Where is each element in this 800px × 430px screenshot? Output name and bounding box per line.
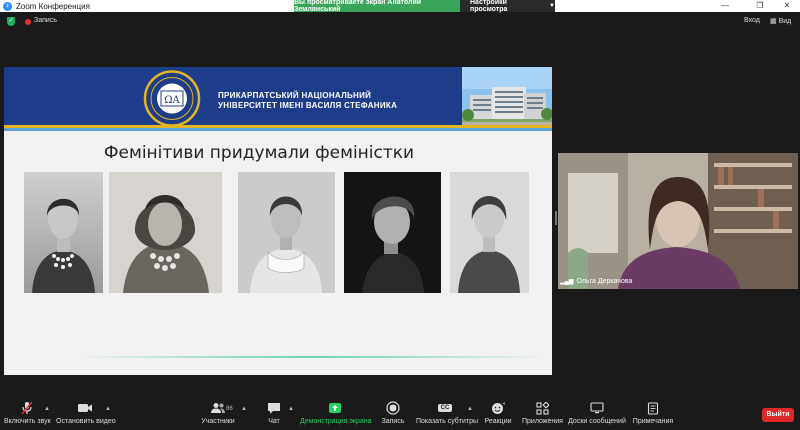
chat-button[interactable]: Чат — [262, 400, 286, 430]
university-emblem-icon: ΩA — [143, 70, 201, 127]
chat-label: Чат — [268, 418, 280, 425]
window-title: Zoom Конференция — [16, 1, 90, 11]
portrait-photo-2 — [109, 172, 222, 293]
view-button[interactable]: ▦ Вид — [770, 17, 791, 25]
recording-dot-icon — [25, 19, 31, 25]
participants-icon — [211, 403, 225, 413]
slide-title: Фемінітиви придумали феміністки — [103, 143, 415, 163]
maximize-icon[interactable]: ❐ — [745, 0, 775, 12]
participants-button[interactable]: Участники — [198, 400, 238, 430]
university-name-line2: УНІВЕРСИТЕТ ІМЕНІ ВАСИЛЯ СТЕФАНИКА — [218, 101, 398, 110]
reactions-button[interactable]: + Реакции — [484, 400, 512, 430]
whiteboard-icon — [590, 402, 604, 414]
chat-bubble-icon — [268, 402, 280, 414]
notes-icon — [647, 401, 659, 415]
portrait-photo-1 — [24, 172, 103, 293]
recording-label[interactable]: Запись — [34, 17, 57, 24]
captions-label: Показать субтитры — [416, 418, 479, 425]
meeting-toolbar: Включить звук ▲ Остановить видео ▲ Участ… — [0, 400, 800, 430]
leave-meeting-button[interactable]: Выйти — [762, 408, 794, 422]
whiteboards-button[interactable]: Доски сообщений — [568, 400, 626, 430]
captions-button[interactable]: CC Показать субтитры — [416, 400, 479, 430]
apps-label: Приложения — [522, 418, 563, 425]
participant-name-tag: ▂▄▆ Ольга Деркачова — [560, 278, 632, 285]
signal-bars-icon: ▂▄▆ — [560, 279, 574, 285]
apps-icon — [535, 401, 549, 415]
emblem-text: ΩA — [164, 95, 180, 106]
stop-video-button[interactable]: Остановить видео — [56, 400, 116, 430]
reactions-label: Реакции — [484, 418, 512, 425]
view-options-button[interactable]: Настройки просмотра ▼ — [460, 0, 555, 13]
chevron-down-icon: ▼ — [549, 3, 555, 9]
video-camera-icon — [78, 404, 92, 412]
view-label: Вид — [778, 18, 792, 25]
whiteboards-label: Доски сообщений — [568, 418, 626, 425]
unmute-label: Включить звук — [4, 418, 51, 425]
unmute-button[interactable]: Включить звук — [4, 400, 51, 430]
closed-captions-icon: CC — [437, 404, 453, 412]
meeting-top-bar: ✓ Запись Вход ▦ Вид — [0, 12, 800, 32]
login-button[interactable]: Вход — [744, 17, 760, 24]
microphone-muted-icon — [21, 401, 33, 415]
portrait-photo-5 — [450, 172, 529, 293]
share-screen-label: Демонстрация экрана — [300, 418, 372, 425]
chat-caret-icon[interactable]: ▲ — [288, 406, 294, 412]
slide-header: ΩA ПРИКАРПАТСЬКИЙ НАЦІОНАЛЬНИЙ УНІВЕРСИТ… — [4, 67, 552, 131]
participants-caret-icon[interactable]: ▲ — [241, 406, 247, 412]
share-banner: Вы просматриваете экран Анатолий Землянс… — [294, 0, 460, 13]
portrait-photo-4 — [344, 172, 441, 293]
share-screen-button[interactable]: Демонстрация экрана — [300, 400, 372, 430]
svg-text:+: + — [502, 401, 505, 407]
close-icon[interactable]: ✕ — [772, 0, 800, 12]
record-label: Запись — [381, 418, 405, 425]
panel-resize-handle[interactable] — [555, 211, 557, 225]
reactions-smiley-icon: + — [492, 401, 505, 414]
minimize-icon[interactable]: — — [710, 0, 740, 12]
shared-screen: ΩA ПРИКАРПАТСЬКИЙ НАЦІОНАЛЬНИЙ УНІВЕРСИТ… — [4, 67, 552, 375]
participants-count: 86 — [226, 406, 233, 412]
audio-options-caret-icon[interactable]: ▲ — [44, 406, 50, 412]
share-screen-icon — [329, 403, 341, 413]
zoom-logo-icon: z — [3, 1, 12, 11]
video-options-caret-icon[interactable]: ▲ — [105, 406, 111, 412]
participant-name: Ольга Деркачова — [576, 278, 633, 285]
notes-button[interactable]: Примечания — [632, 400, 674, 430]
apps-button[interactable]: Приложения — [522, 400, 563, 430]
participant-video-frame — [558, 153, 798, 289]
participant-video[interactable] — [558, 153, 798, 289]
security-shield-icon[interactable]: ✓ — [7, 17, 15, 26]
portrait-photo-3 — [238, 172, 335, 293]
participants-label: Участники — [201, 418, 235, 425]
grid-icon: ▦ — [770, 18, 779, 25]
record-icon — [386, 401, 400, 415]
notes-label: Примечания — [632, 418, 674, 425]
slide-divider-line — [74, 356, 550, 358]
record-button[interactable]: Запись — [378, 400, 408, 430]
stop-video-label: Остановить видео — [56, 418, 116, 425]
university-name-line1: ПРИКАРПАТСЬКИЙ НАЦІОНАЛЬНИЙ — [218, 91, 372, 100]
captions-caret-icon[interactable]: ▲ — [467, 406, 473, 412]
university-building-photo — [462, 67, 552, 129]
